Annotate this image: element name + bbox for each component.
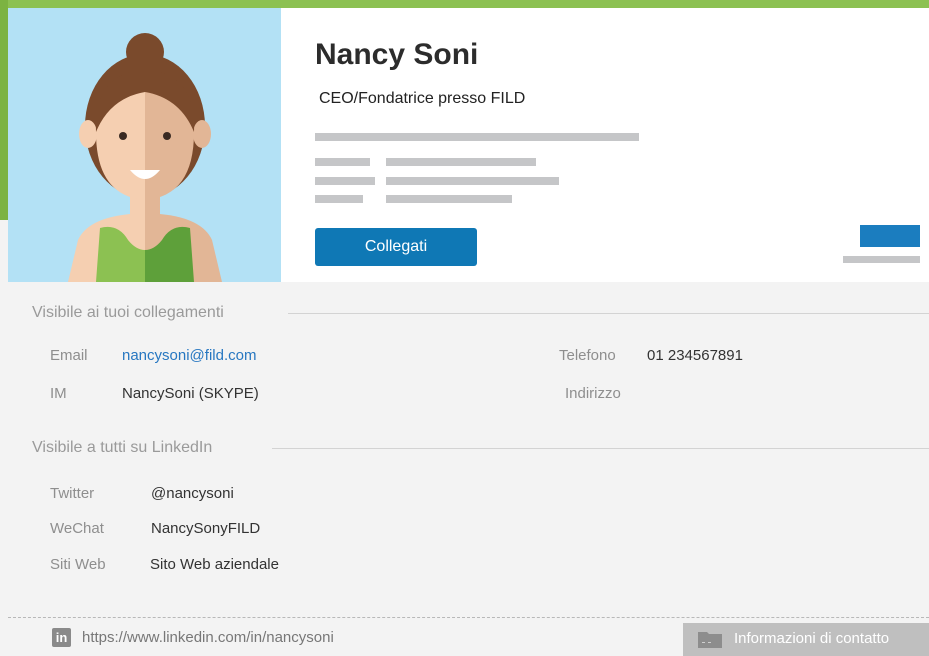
address-label: Indirizzo bbox=[565, 385, 621, 402]
side-accent-bar bbox=[0, 0, 8, 220]
folder-icon bbox=[698, 632, 722, 648]
profile-card: Nancy Soni CEO/Fondatrice presso FILD Co… bbox=[8, 8, 929, 282]
linkedin-icon: in bbox=[52, 628, 71, 647]
placeholder-line bbox=[315, 195, 363, 203]
avatar bbox=[8, 8, 281, 282]
sites-value[interactable]: Sito Web aziendale bbox=[150, 556, 279, 573]
footer-divider bbox=[8, 617, 929, 618]
connect-button[interactable]: Collegati bbox=[315, 228, 477, 266]
im-value: NancySoni (SKYPE) bbox=[122, 385, 259, 402]
im-label: IM bbox=[50, 385, 67, 402]
twitter-value: @nancysoni bbox=[151, 485, 234, 502]
section-title-public: Visibile a tutti su LinkedIn bbox=[32, 439, 213, 456]
divider bbox=[272, 448, 929, 449]
phone-label: Telefono bbox=[559, 347, 616, 364]
contact-info-label: Informazioni di contatto bbox=[734, 630, 890, 647]
email-label: Email bbox=[50, 347, 88, 364]
divider bbox=[288, 313, 929, 314]
action-button[interactable] bbox=[860, 225, 920, 247]
placeholder-line bbox=[315, 133, 639, 141]
profile-url-link[interactable]: https://www.linkedin.com/in/nancysoni bbox=[82, 629, 334, 646]
placeholder-line bbox=[386, 158, 536, 166]
twitter-label: Twitter bbox=[50, 485, 95, 502]
profile-name: Nancy Soni bbox=[315, 38, 479, 71]
profile-headline: CEO/Fondatrice presso FILD bbox=[319, 90, 526, 107]
sites-label: Siti Web bbox=[50, 556, 106, 573]
contact-info-button[interactable]: Informazioni di contatto bbox=[683, 623, 929, 656]
wechat-label: WeChat bbox=[50, 520, 104, 537]
top-accent-bar bbox=[0, 0, 929, 8]
email-link[interactable]: nancysoni@fild.com bbox=[122, 347, 256, 364]
placeholder-line bbox=[386, 195, 512, 203]
placeholder-line bbox=[843, 256, 920, 263]
placeholder-line bbox=[315, 158, 370, 166]
avatar-illustration bbox=[68, 33, 222, 282]
section-title-connections: Visibile ai tuoi collegamenti bbox=[32, 304, 224, 321]
phone-value: 01 234567891 bbox=[647, 347, 743, 364]
placeholder-line bbox=[386, 177, 559, 185]
placeholder-line bbox=[315, 177, 375, 185]
wechat-value: NancySonyFILD bbox=[151, 520, 261, 537]
